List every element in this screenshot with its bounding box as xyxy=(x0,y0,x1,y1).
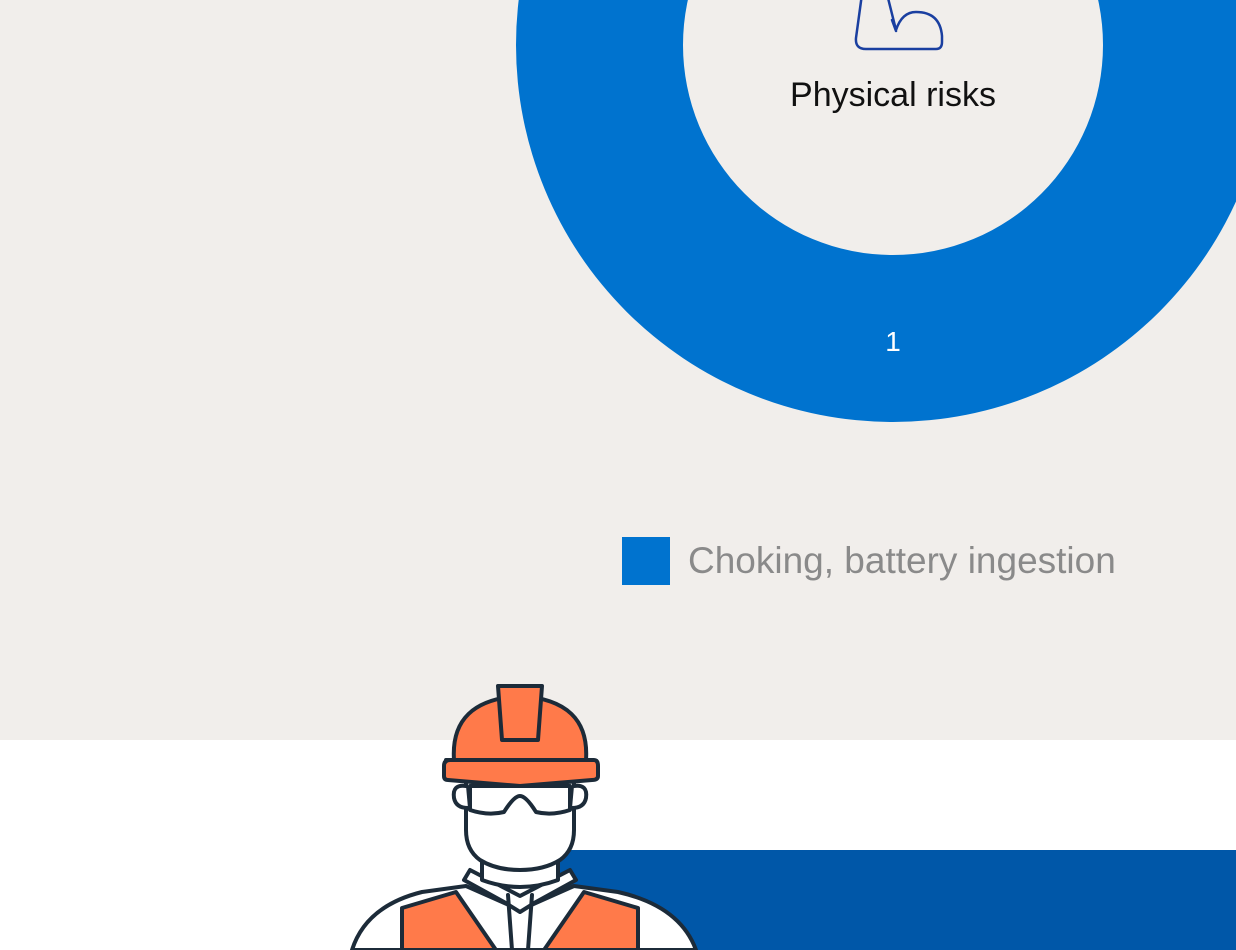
chart-legend: Choking, battery ingestion xyxy=(622,537,1116,585)
legend-swatch xyxy=(622,537,670,585)
construction-worker-icon xyxy=(350,684,698,950)
donut-slice-choking xyxy=(516,0,1236,422)
slice-value-label: 1 xyxy=(885,326,901,357)
center-label: Physical risks xyxy=(790,76,996,114)
legend-label: Choking, battery ingestion xyxy=(688,540,1116,581)
physical-risk-icon xyxy=(854,0,944,51)
donut-chart: Physical risks 1 Choking, battery ingest… xyxy=(0,0,1236,740)
